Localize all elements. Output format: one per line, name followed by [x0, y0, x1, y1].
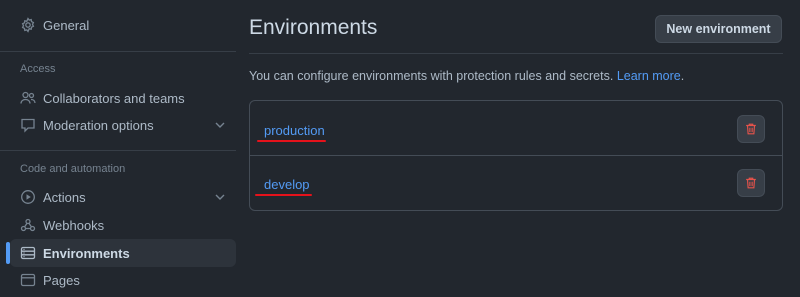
environment-link-production[interactable]: production [264, 123, 325, 138]
trash-icon [746, 177, 756, 189]
sidebar-item-pages[interactable]: Pages [10, 266, 236, 294]
play-icon [20, 189, 36, 205]
list-item: production [250, 101, 782, 156]
sidebar-item-label: Pages [43, 272, 80, 288]
sidebar-item-label: General [43, 17, 90, 33]
description-period: . [680, 69, 685, 83]
settings-sidebar: General Access Collaborators and teams M… [0, 0, 240, 297]
chevron-down-icon[interactable] [212, 117, 228, 133]
environments-list: production develop [249, 100, 783, 211]
sidebar-item-collaborators[interactable]: Collaborators and teams [10, 84, 236, 112]
sidebar-item-label: Collaborators and teams [43, 90, 185, 106]
list-item: develop [250, 156, 782, 210]
sidebar-divider [0, 150, 236, 151]
comment-icon [20, 117, 36, 133]
environments-description: You can configure environments with prot… [249, 69, 684, 83]
section-title-code-automation: Code and automation [20, 163, 126, 175]
sidebar-item-general[interactable]: General [10, 11, 236, 39]
settings-page: General Access Collaborators and teams M… [0, 0, 800, 297]
gear-icon [20, 17, 36, 33]
sidebar-item-environments[interactable]: Environments [10, 239, 236, 267]
section-title-access: Access [20, 63, 56, 75]
sidebar-item-label: Environments [43, 245, 130, 261]
delete-environment-button[interactable] [737, 169, 765, 197]
webhook-icon [20, 217, 36, 233]
learn-more-link[interactable]: Learn more [617, 69, 681, 83]
chevron-down-icon[interactable] [212, 189, 228, 205]
annotation-underline [255, 194, 312, 196]
sidebar-item-webhooks[interactable]: Webhooks [10, 211, 236, 239]
annotation-underline [257, 140, 326, 142]
sidebar-item-label: Actions [43, 189, 86, 205]
sidebar-divider [0, 51, 236, 52]
browser-icon [20, 272, 36, 288]
new-environment-button[interactable]: New environment [655, 15, 782, 43]
page-title: Environments [249, 16, 378, 39]
people-icon [20, 90, 36, 106]
sidebar-item-label: Moderation options [43, 117, 154, 133]
delete-environment-button[interactable] [737, 115, 765, 143]
trash-icon [746, 123, 756, 135]
sidebar-item-moderation[interactable]: Moderation options [10, 111, 236, 139]
sidebar-item-actions[interactable]: Actions [10, 183, 236, 211]
environment-link-develop[interactable]: develop [264, 177, 310, 192]
sidebar-item-label: Webhooks [43, 217, 105, 233]
server-icon [20, 245, 36, 261]
description-text: You can configure environments with prot… [249, 69, 614, 83]
title-divider [249, 53, 783, 54]
